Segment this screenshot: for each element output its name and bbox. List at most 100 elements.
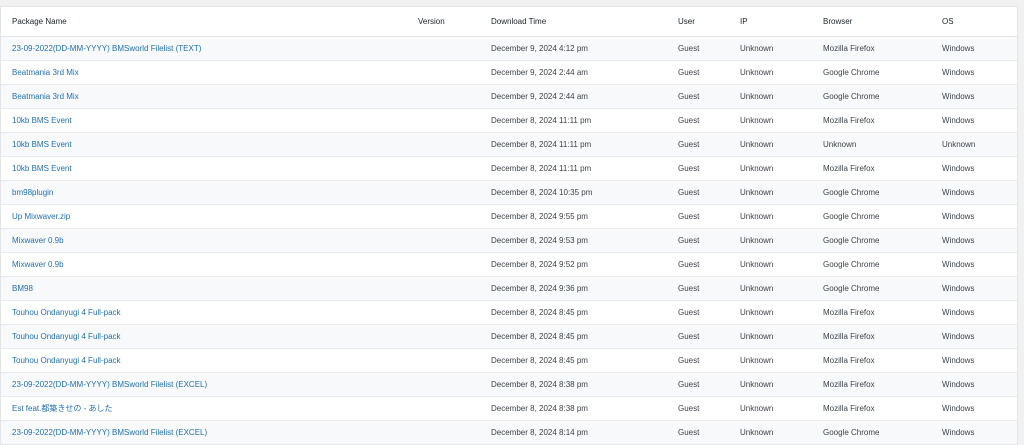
package-name-cell: Mixwaver 0.9b (1, 228, 418, 253)
os-cell: Windows (942, 84, 1017, 109)
ip-cell: Unknown (740, 36, 823, 61)
package-name-cell: Beatmania 3rd Mix (1, 84, 418, 109)
table-row: 10kb BMS Event December 8, 2024 11:11 pm G… (1, 132, 1017, 157)
browser-cell: Mozilla Firefox (823, 396, 942, 421)
version-cell (418, 228, 491, 253)
package-name-cell: Touhou Ondanyugi 4 Full-pack (1, 300, 418, 325)
ip-cell: Unknown (740, 324, 823, 349)
download-time-cell: December 8, 2024 9:55 pm (491, 204, 678, 229)
user-cell: Guest (678, 252, 740, 277)
package-link[interactable]: 10kb BMS Event (12, 164, 72, 173)
user-cell: Guest (678, 420, 740, 444)
browser-cell: Google Chrome (823, 252, 942, 277)
user-cell: Guest (678, 84, 740, 109)
download-time-cell: December 9, 2024 2:44 am (491, 60, 678, 85)
package-name-cell: 10kb BMS Event (1, 156, 418, 181)
ip-cell: Unknown (740, 60, 823, 85)
version-cell (418, 180, 491, 205)
os-cell: Windows (942, 228, 1017, 253)
column-header-version[interactable]: Version (418, 7, 491, 37)
user-cell: Guest (678, 396, 740, 421)
ip-cell: Unknown (740, 300, 823, 325)
browser-cell: Mozilla Firefox (823, 156, 942, 181)
download-time-cell: December 8, 2024 11:11 pm (491, 132, 678, 157)
os-cell: Windows (942, 252, 1017, 277)
ip-cell: Unknown (740, 204, 823, 229)
package-link[interactable]: Up Mixwaver.zip (12, 212, 70, 221)
os-cell: Unknown (942, 132, 1017, 157)
column-header-package-name[interactable]: Package Name (1, 7, 418, 37)
version-cell (418, 252, 491, 277)
version-cell (418, 372, 491, 397)
package-link[interactable]: 23-09-2022(DD-MM-YYYY) BMSworld Filelist… (12, 380, 207, 389)
browser-cell: Mozilla Firefox (823, 372, 942, 397)
package-link[interactable]: 23-09-2022(DD-MM-YYYY) BMSworld Filelist… (12, 428, 207, 437)
os-cell: Windows (942, 60, 1017, 85)
package-name-cell: Up Mixwaver.zip (1, 204, 418, 229)
package-link[interactable]: 23-09-2022(DD-MM-YYYY) BMSworld Filelist… (12, 44, 201, 53)
os-cell: Windows (942, 324, 1017, 349)
package-link[interactable]: Beatmania 3rd Mix (12, 68, 79, 77)
package-link[interactable]: Touhou Ondanyugi 4 Full-pack (12, 332, 121, 341)
browser-cell: Unknown (823, 132, 942, 157)
ip-cell: Unknown (740, 396, 823, 421)
table-row: bm98plugin December 8, 2024 10:35 pm Guest… (1, 180, 1017, 205)
ip-cell: Unknown (740, 276, 823, 301)
package-link[interactable]: Touhou Ondanyugi 4 Full-pack (12, 308, 121, 317)
package-link[interactable]: Mixwaver 0.9b (12, 236, 64, 245)
browser-cell: Google Chrome (823, 180, 942, 205)
ip-cell: Unknown (740, 108, 823, 133)
version-cell (418, 348, 491, 373)
package-link[interactable]: Est feat.都築きせの - あした (12, 404, 112, 413)
os-cell: Windows (942, 420, 1017, 444)
column-header-ip[interactable]: IP (740, 7, 823, 37)
user-cell: Guest (678, 324, 740, 349)
download-time-cell: December 8, 2024 8:45 pm (491, 324, 678, 349)
user-cell: Guest (678, 276, 740, 301)
download-time-cell: December 8, 2024 8:45 pm (491, 348, 678, 373)
column-header-user[interactable]: User (678, 7, 740, 37)
column-header-os[interactable]: OS (942, 7, 1017, 37)
browser-cell: Mozilla Firefox (823, 348, 942, 373)
table-row: 10kb BMS Event December 8, 2024 11:11 pm G… (1, 156, 1017, 181)
version-cell (418, 396, 491, 421)
browser-cell: Google Chrome (823, 60, 942, 85)
package-link[interactable]: Mixwaver 0.9b (12, 260, 64, 269)
user-cell: Guest (678, 132, 740, 157)
package-link[interactable]: 10kb BMS Event (12, 116, 72, 125)
user-cell: Guest (678, 108, 740, 133)
table-row: Beatmania 3rd Mix December 9, 2024 2:44 a… (1, 60, 1017, 85)
os-cell: Windows (942, 156, 1017, 181)
table-row: BM98 December 8, 2024 9:36 pm Guest Unknown… (1, 276, 1017, 301)
package-link[interactable]: bm98plugin (12, 188, 53, 197)
column-header-browser[interactable]: Browser (823, 7, 942, 37)
package-link[interactable]: Touhou Ondanyugi 4 Full-pack (12, 356, 121, 365)
version-cell (418, 324, 491, 349)
browser-cell: Mozilla Firefox (823, 300, 942, 325)
version-cell (418, 156, 491, 181)
column-header-download-time[interactable]: Download Time (491, 7, 678, 37)
version-cell (418, 204, 491, 229)
package-name-cell: 23-09-2022(DD-MM-YYYY) BMSworld Filelist… (1, 420, 418, 444)
version-cell (418, 300, 491, 325)
version-cell (418, 108, 491, 133)
table-row: Up Mixwaver.zip December 8, 2024 9:55 pm G… (1, 204, 1017, 229)
package-link[interactable]: Beatmania 3rd Mix (12, 92, 79, 101)
package-link[interactable]: 10kb BMS Event (12, 140, 72, 149)
table-row: Est feat.都築きせの - あした December 8, 2024 8:3… (1, 396, 1017, 421)
ip-cell: Unknown (740, 372, 823, 397)
table-row: 10kb BMS Event December 8, 2024 11:11 pm G… (1, 108, 1017, 133)
user-cell: Guest (678, 228, 740, 253)
version-cell (418, 84, 491, 109)
table-row: 23-09-2022(DD-MM-YYYY) BMSworld Filelist… (1, 420, 1017, 444)
ip-cell: Unknown (740, 84, 823, 109)
package-link[interactable]: BM98 (12, 284, 33, 293)
os-cell: Windows (942, 36, 1017, 61)
download-time-cell: December 8, 2024 9:36 pm (491, 276, 678, 301)
download-time-cell: December 9, 2024 2:44 am (491, 84, 678, 109)
browser-cell: Mozilla Firefox (823, 324, 942, 349)
browser-cell: Google Chrome (823, 276, 942, 301)
version-cell (418, 132, 491, 157)
browser-cell: Google Chrome (823, 228, 942, 253)
ip-cell: Unknown (740, 228, 823, 253)
